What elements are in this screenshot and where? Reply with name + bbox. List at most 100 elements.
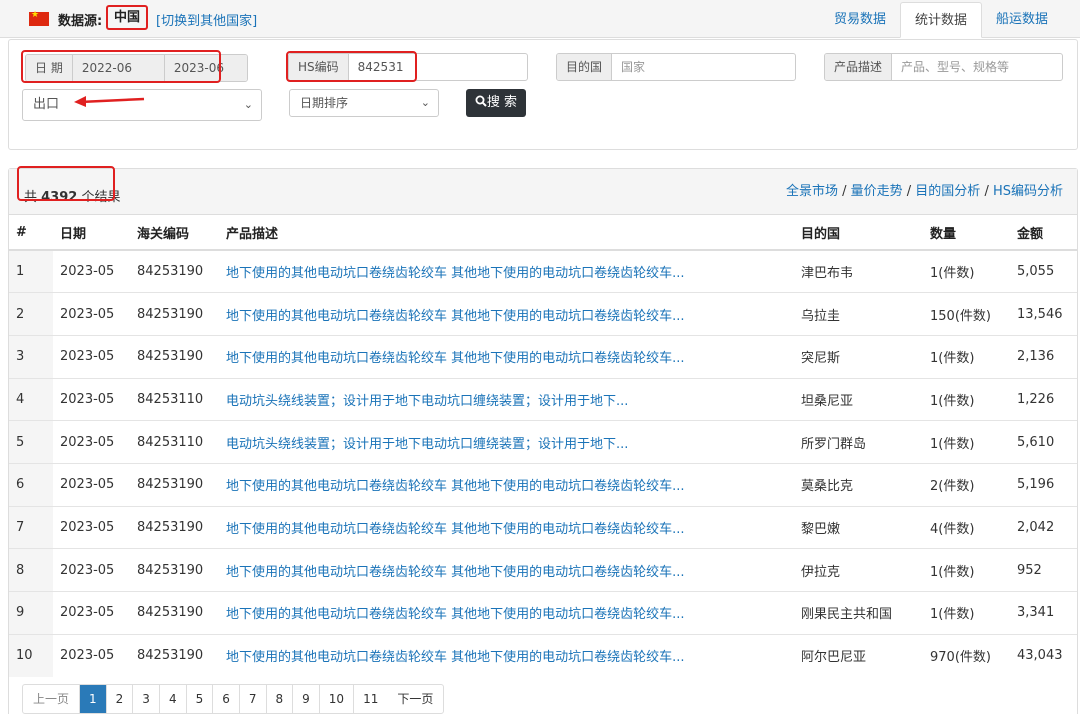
row-hs-code: 84253190 [130, 334, 219, 379]
direction-value: 出口 [33, 97, 60, 112]
row-destination: 突尼斯 [794, 334, 923, 379]
page-6-button[interactable]: 6 [213, 685, 240, 713]
next-page-button[interactable]: 下一页 [387, 685, 443, 713]
count-highlight-box [17, 166, 115, 201]
pagination: 上一页 1 2 3 4 5 6 7 8 9 10 11 下一页 [22, 684, 445, 714]
row-index: 8 [9, 548, 53, 592]
row-quantity: 4(件数) [923, 505, 1010, 549]
row-date: 2023-05 [53, 420, 130, 464]
page-10-button[interactable]: 10 [320, 685, 355, 713]
row-description[interactable]: 地下使用的其他电动坑口卷绕齿轮绞车 其他地下使用的电动坑口卷绕齿轮绞车... [219, 249, 794, 293]
page-4-button[interactable]: 4 [160, 685, 187, 713]
row-destination: 津巴布韦 [794, 249, 923, 293]
row-amount: 2,136 [1010, 334, 1077, 379]
row-index: 7 [9, 505, 53, 549]
destination-analysis-link[interactable]: 目的国分析 [915, 184, 980, 199]
page-11-button[interactable]: 11 [354, 685, 387, 713]
row-index: 4 [9, 377, 53, 421]
row-index: 5 [9, 420, 53, 464]
row-date: 2023-05 [53, 377, 130, 421]
row-hs-code: 84253190 [130, 292, 219, 336]
row-amount: 3,341 [1010, 591, 1077, 635]
row-destination: 黎巴嫩 [794, 505, 923, 549]
table-row: 9 2023-05 84253190 地下使用的其他电动坑口卷绕齿轮绞车 其他地下使用… [9, 591, 1077, 635]
product-desc-input[interactable]: 产品、型号、规格等 [892, 54, 1062, 80]
row-hs-code: 84253190 [130, 462, 219, 507]
row-date: 2023-05 [53, 505, 130, 549]
row-description[interactable]: 地下使用的其他电动坑口卷绕齿轮绞车 其他地下使用的电动坑口卷绕齿轮绞车... [219, 462, 794, 507]
page-9-button[interactable]: 9 [293, 685, 320, 713]
row-description[interactable]: 地下使用的其他电动坑口卷绕齿轮绞车 其他地下使用的电动坑口卷绕齿轮绞车... [219, 591, 794, 635]
hs-code-analysis-link[interactable]: HS编码分析 [993, 184, 1063, 199]
row-hs-code: 84253110 [130, 377, 219, 421]
row-index: 6 [9, 462, 53, 507]
row-quantity: 970(件数) [923, 633, 1010, 677]
row-destination: 所罗门群岛 [794, 420, 923, 464]
row-quantity: 1(件数) [923, 548, 1010, 592]
page-5-button[interactable]: 5 [187, 685, 214, 713]
row-description[interactable]: 地下使用的其他电动坑口卷绕齿轮绞车 其他地下使用的电动坑口卷绕齿轮绞车... [219, 505, 794, 549]
row-quantity: 1(件数) [923, 591, 1010, 635]
page-number-list: 1 2 3 4 5 6 7 8 9 10 11 [80, 685, 387, 713]
row-hs-code: 84253190 [130, 591, 219, 635]
row-hs-code: 84253110 [130, 420, 219, 464]
chevron-down-icon: ⌄ [420, 96, 430, 109]
row-hs-code: 84253190 [130, 249, 219, 293]
product-desc-label: 产品描述 [825, 54, 893, 80]
row-date: 2023-05 [53, 591, 130, 635]
data-source-label: 数据源: [58, 14, 103, 29]
row-hs-code: 84253190 [130, 548, 219, 592]
prev-page-button[interactable]: 上一页 [23, 685, 81, 713]
search-button[interactable]: 搜 索 [466, 89, 526, 117]
column-header-date: 日期 [53, 215, 130, 251]
table-row: 8 2023-05 84253190 地下使用的其他电动坑口卷绕齿轮绞车 其他地下使用… [9, 548, 1077, 592]
row-destination: 莫桑比克 [794, 462, 923, 507]
tab-shipping-data[interactable]: 船运数据 [982, 2, 1062, 38]
data-source-country: 中国 [106, 5, 149, 30]
column-header-hs-code: 海关编码 [130, 215, 219, 251]
destination-label: 目的国 [557, 54, 613, 80]
row-amount: 5,610 [1010, 420, 1077, 464]
table-row: 5 2023-05 84253110 电动坑头绕线装置；设计用于地下电动坑口缠绕装置；… [9, 420, 1077, 464]
table-header-row: # 日期 海关编码 产品描述 目的国 数量 金额 [9, 215, 1077, 251]
row-description[interactable]: 地下使用的其他电动坑口卷绕齿轮绞车 其他地下使用的电动坑口卷绕齿轮绞车... [219, 334, 794, 379]
tab-statistics-data[interactable]: 统计数据 [899, 2, 982, 38]
row-description[interactable]: 地下使用的其他电动坑口卷绕齿轮绞车 其他地下使用的电动坑口卷绕齿轮绞车... [219, 548, 794, 592]
row-quantity: 1(件数) [923, 377, 1010, 421]
page-7-button[interactable]: 7 [240, 685, 267, 713]
page-1-button[interactable]: 1 [80, 685, 107, 713]
row-amount: 5,196 [1010, 462, 1077, 507]
search-icon [475, 95, 487, 107]
column-header-amount: 金额 [1010, 215, 1077, 251]
row-quantity: 2(件数) [923, 462, 1010, 507]
column-header-description: 产品描述 [219, 215, 794, 251]
analysis-links: 全景市场 / 量价走势 / 目的国分析 / HS编码分析 [785, 184, 1063, 199]
switch-country-link[interactable]: [切换到其他国家] [156, 10, 257, 29]
page-3-button[interactable]: 3 [133, 685, 160, 713]
sort-select[interactable]: 日期排序 ⌄ [289, 89, 439, 117]
row-amount: 952 [1010, 548, 1077, 592]
row-date: 2023-05 [53, 292, 130, 336]
page-2-button[interactable]: 2 [107, 685, 134, 713]
destination-group: 目的国 国家 [556, 53, 796, 81]
price-trend-link[interactable]: 量价走势 [851, 184, 903, 199]
column-header-quantity: 数量 [923, 215, 1010, 251]
top-bar: ★ 数据源: 中国 [切换到其他国家] 贸易数据 统计数据 船运数据 [0, 0, 1080, 38]
market-overview-link[interactable]: 全景市场 [786, 184, 838, 199]
destination-input[interactable]: 国家 [612, 54, 795, 80]
china-flag-icon: ★ [29, 10, 49, 26]
row-description[interactable]: 地下使用的其他电动坑口卷绕齿轮绞车 其他地下使用的电动坑口卷绕齿轮绞车... [219, 292, 794, 336]
table-row: 6 2023-05 84253190 地下使用的其他电动坑口卷绕齿轮绞车 其他地下使用… [9, 462, 1077, 507]
row-quantity: 1(件数) [923, 334, 1010, 379]
row-description[interactable]: 地下使用的其他电动坑口卷绕齿轮绞车 其他地下使用的电动坑口卷绕齿轮绞车... [219, 633, 794, 677]
row-description[interactable]: 电动坑头绕线装置；设计用于地下电动坑口缠绕装置；设计用于地下... [219, 377, 794, 421]
page-8-button[interactable]: 8 [267, 685, 294, 713]
row-quantity: 1(件数) [923, 249, 1010, 293]
table-row: 1 2023-05 84253190 地下使用的其他电动坑口卷绕齿轮绞车 其他地下使用… [9, 249, 1077, 293]
row-description[interactable]: 电动坑头绕线装置；设计用于地下电动坑口缠绕装置；设计用于地下... [219, 420, 794, 464]
row-amount: 5,055 [1010, 249, 1077, 293]
annotation-arrow-icon [74, 96, 145, 107]
table-row: 4 2023-05 84253110 电动坑头绕线装置；设计用于地下电动坑口缠绕装置；… [9, 377, 1077, 421]
tab-trade-data[interactable]: 贸易数据 [820, 2, 900, 38]
chevron-down-icon: ⌄ [243, 98, 253, 111]
